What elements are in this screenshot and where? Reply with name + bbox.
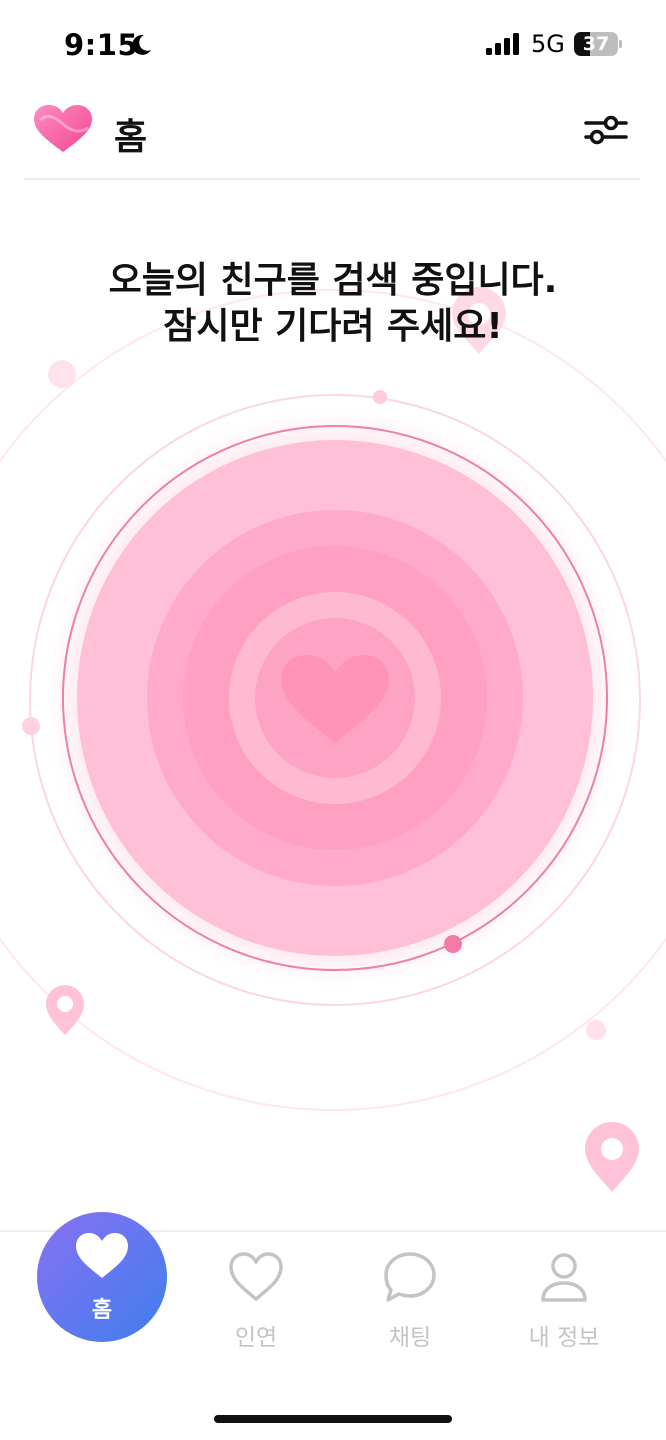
orbit-dot — [22, 717, 40, 735]
search-status-message: 오늘의 친구를 검색 중입니다. 잠시만 기다려 주세요! — [0, 258, 666, 350]
nav-profile-button[interactable]: 내 정보 — [509, 1250, 619, 1351]
heart-outline-icon — [229, 1252, 283, 1301]
nav-home-label: 홈 — [91, 1298, 113, 1323]
signal-icon — [486, 33, 519, 55]
chat-bubble-icon — [384, 1252, 436, 1302]
nav-home-button[interactable]: 홈 — [37, 1212, 167, 1342]
orbit-dot — [48, 360, 76, 388]
search-message-line1: 오늘의 친구를 검색 중입니다. — [108, 260, 558, 301]
radar-search-area: 오늘의 친구를 검색 중입니다. 잠시만 기다려 주세요! — [0, 180, 666, 1230]
filter-button[interactable] — [580, 108, 632, 152]
location-pin-icon — [46, 985, 84, 1035]
orbit-dot — [444, 935, 462, 953]
heart-icon — [76, 1233, 128, 1278]
orbit-dot — [373, 390, 387, 404]
search-message-line2: 잠시만 기다려 주세요! — [163, 306, 503, 347]
status-bar: 9:15 5G 37 — [0, 0, 666, 90]
nav-profile-label: 내 정보 — [528, 1325, 600, 1351]
app-header: 홈 — [0, 90, 666, 180]
heart-logo-icon — [34, 105, 92, 152]
page-title: 홈 — [114, 117, 148, 158]
location-pin-icon — [585, 1122, 639, 1192]
nav-matches-button[interactable]: 인연 — [201, 1250, 311, 1351]
nav-chat-label: 채팅 — [388, 1325, 432, 1351]
battery-percentage: 37 — [582, 33, 610, 55]
home-screen: 9:15 5G 37 홈 오늘의 친구를 검색 중입니다. 잠시만 기다려 주세… — [0, 0, 666, 1440]
bottom-nav: 홈 인연 채팅 내 정보 — [0, 1212, 666, 1440]
nav-chat-button[interactable]: 채팅 — [355, 1250, 465, 1351]
user-icon — [541, 1253, 587, 1302]
battery-icon: 37 — [574, 32, 622, 56]
home-indicator — [214, 1415, 452, 1423]
filter-sliders-icon — [584, 115, 628, 145]
network-label: 5G — [531, 30, 565, 58]
nav-matches-label: 인연 — [234, 1325, 278, 1351]
orbit-dot — [586, 1020, 606, 1040]
moon-icon — [132, 34, 151, 55]
